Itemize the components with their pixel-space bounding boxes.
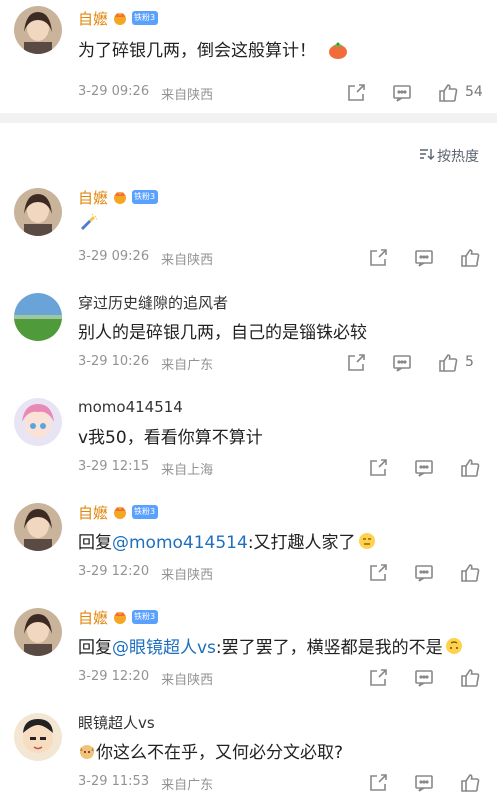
comment-meta: 3-29 10:26 来自广东: [78, 354, 213, 373]
location: 来自陕西: [161, 673, 214, 688]
comment-icon[interactable]: [413, 562, 435, 584]
comment-text: 回复@momo414514:又打趣人家了: [78, 528, 376, 555]
timestamp: 3-29 09:26: [78, 249, 150, 264]
vip-crown-icon: [112, 10, 128, 26]
location: 来自广东: [161, 778, 214, 793]
location: 来自陕西: [161, 253, 214, 268]
reply-prefix: 回复: [78, 638, 112, 658]
comment-icon[interactable]: [391, 352, 413, 374]
avatar[interactable]: [14, 713, 62, 761]
comment-icon[interactable]: [413, 247, 435, 269]
timestamp: 3-29 12:15: [78, 459, 150, 474]
location: 来自陕西: [161, 568, 214, 583]
share-icon[interactable]: [367, 457, 389, 479]
section-divider: [0, 113, 497, 123]
sort-label: 按热度: [437, 149, 479, 165]
author-name[interactable]: 自嬷: [78, 8, 108, 29]
author-name[interactable]: 自嬷: [78, 187, 108, 208]
like-count: 5: [465, 354, 474, 370]
comment-text: 你这么不在乎，又何必分文必取?: [78, 738, 343, 765]
comment-meta: 3-29 12:15 来自上海: [78, 459, 213, 478]
fan-badge: 铁粉3: [132, 505, 159, 519]
comment-meta: 3-29 12:20 来自陕西: [78, 564, 213, 583]
author-name[interactable]: 眼镜超人vs: [78, 712, 155, 733]
share-icon[interactable]: [367, 667, 389, 689]
comment-icon[interactable]: [413, 667, 435, 689]
sort-icon: [419, 147, 435, 165]
like-icon[interactable]: [459, 562, 481, 584]
reply-prefix: 回复: [78, 533, 112, 553]
like-icon[interactable]: [459, 772, 481, 794]
comment-text: v我50，看看你算不算计: [78, 428, 263, 448]
author-name[interactable]: 自嬷: [78, 607, 108, 628]
author-name[interactable]: momo414514: [78, 398, 183, 416]
upside-down-face-icon: [445, 637, 463, 660]
comment-icon[interactable]: [413, 772, 435, 794]
dog-emoji-icon: [78, 742, 96, 765]
like-icon[interactable]: [437, 82, 459, 104]
comment-meta: 3-29 12:20 来自陕西: [78, 669, 213, 688]
comment-icon[interactable]: [391, 82, 413, 104]
timestamp: 3-29 10:26: [78, 354, 150, 369]
comment-text: 为了碎银几两，倒会这般算计！: [78, 36, 349, 65]
location: 来自陕西: [161, 88, 214, 103]
reply-text: :罢了罢了，横竖都是我的不是: [215, 638, 443, 658]
fan-badge: 铁粉3: [132, 11, 159, 25]
location: 来自上海: [161, 463, 214, 478]
comment-icon[interactable]: [413, 457, 435, 479]
comment-text: 别人的是碎银几两，自己的是锱铢必较: [78, 323, 367, 343]
avatar[interactable]: [14, 503, 62, 551]
comment-meta: 3-29 11:53 来自广东: [78, 774, 213, 793]
sort-toggle[interactable]: 按热度: [419, 146, 479, 166]
author-name[interactable]: 穿过历史缝隙的追风者: [78, 292, 228, 313]
timestamp: 3-29 12:20: [78, 564, 150, 579]
flashlight-emoji-icon: [78, 213, 98, 238]
share-icon[interactable]: [367, 772, 389, 794]
comment-text: [78, 213, 98, 238]
fan-badge: 铁粉3: [132, 610, 159, 624]
comment-meta: 3-29 09:26 来自陕西: [78, 84, 213, 103]
author-name[interactable]: 自嬷: [78, 502, 108, 523]
fan-badge: 铁粉3: [132, 190, 159, 204]
avatar[interactable]: [14, 293, 62, 341]
mention-link[interactable]: @眼镜超人vs: [112, 638, 216, 658]
like-count: 54: [465, 84, 483, 100]
avatar[interactable]: [14, 608, 62, 656]
like-icon[interactable]: [459, 667, 481, 689]
share-icon[interactable]: [345, 352, 367, 374]
persimmon-emoji-icon: [327, 38, 349, 65]
share-icon[interactable]: [345, 82, 367, 104]
avatar[interactable]: [14, 6, 62, 54]
vip-crown-icon: [112, 504, 128, 520]
avatar[interactable]: [14, 188, 62, 236]
speechless-emoji-icon: [358, 532, 376, 555]
timestamp: 3-29 11:53: [78, 774, 150, 789]
share-icon[interactable]: [367, 247, 389, 269]
like-icon[interactable]: [459, 457, 481, 479]
timestamp: 3-29 09:26: [78, 84, 150, 99]
share-icon[interactable]: [367, 562, 389, 584]
vip-crown-icon: [112, 609, 128, 625]
avatar[interactable]: [14, 398, 62, 446]
comment-meta: 3-29 09:26 来自陕西: [78, 249, 213, 268]
like-icon[interactable]: [437, 352, 459, 374]
timestamp: 3-29 12:20: [78, 669, 150, 684]
like-icon[interactable]: [459, 247, 481, 269]
comment-text: 回复@眼镜超人vs:罢了罢了，横竖都是我的不是: [78, 633, 463, 660]
reply-text: :又打趣人家了: [247, 533, 356, 553]
mention-link[interactable]: @momo414514: [112, 533, 248, 553]
vip-crown-icon: [112, 189, 128, 205]
location: 来自广东: [161, 358, 214, 373]
